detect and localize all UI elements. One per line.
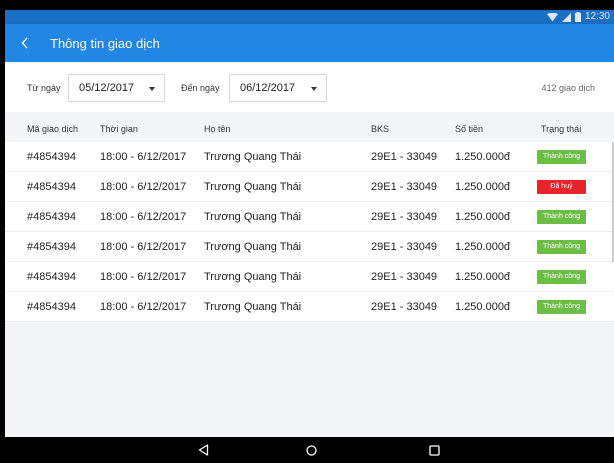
- transaction-id: #4854394: [27, 271, 76, 283]
- android-nav-bar: [5, 437, 614, 463]
- license-plate: 29E1 - 33049: [371, 271, 438, 283]
- status-badge: Thành công: [537, 300, 586, 314]
- transaction-id: #4854394: [27, 301, 76, 313]
- status-badge: Thành công: [537, 210, 586, 224]
- customer-name: Trương Quang Thái: [204, 211, 302, 223]
- status-badge: Thành công: [537, 150, 586, 164]
- status-badge: Đã huỷ: [537, 180, 586, 194]
- from-date-value: 05/12/2017: [79, 82, 135, 94]
- status-time: 12:30: [584, 11, 610, 22]
- app-bar: Thông tin giao dịch: [5, 24, 614, 62]
- home-circle-icon: [305, 444, 317, 456]
- license-plate: 29E1 - 33049: [371, 301, 438, 313]
- table-row[interactable]: #4854394 18:00 - 6/12/2017 Trương Quang …: [5, 142, 614, 172]
- chevron-left-icon: [21, 37, 28, 49]
- transaction-time: 18:00 - 6/12/2017: [100, 241, 187, 253]
- from-date-dropdown[interactable]: 05/12/2017: [68, 74, 165, 102]
- customer-name: Trương Quang Thái: [204, 151, 302, 163]
- back-button[interactable]: [5, 24, 45, 62]
- amount: 1.250.000đ: [455, 301, 511, 313]
- table-row[interactable]: #4854394 18:00 - 6/12/2017 Trương Quang …: [5, 172, 614, 202]
- transaction-time: 18:00 - 6/12/2017: [100, 181, 187, 193]
- transaction-id: #4854394: [27, 151, 76, 163]
- transaction-id: #4854394: [27, 241, 76, 253]
- amount: 1.250.000đ: [455, 151, 511, 163]
- from-date-label: Từ ngày: [27, 83, 61, 93]
- transaction-id: #4854394: [27, 181, 76, 193]
- status-badge: Thành công: [537, 270, 586, 284]
- header-name: Họ tên: [204, 124, 231, 134]
- license-plate: 29E1 - 33049: [371, 181, 438, 193]
- to-date-label: Đến ngày: [181, 83, 220, 93]
- header-time: Thời gian: [100, 124, 138, 134]
- transaction-time: 18:00 - 6/12/2017: [100, 271, 187, 283]
- transaction-list: #4854394 18:00 - 6/12/2017 Trương Quang …: [5, 142, 614, 322]
- license-plate: 29E1 - 33049: [371, 241, 438, 253]
- transaction-count: 412 giao dịch: [541, 83, 595, 93]
- table-row[interactable]: #4854394 18:00 - 6/12/2017 Trương Quang …: [5, 262, 614, 292]
- table-header: Mã giao dịch Thời gian Họ tên BKS Số tiề…: [5, 112, 614, 142]
- customer-name: Trương Quang Thái: [204, 301, 302, 313]
- battery-icon: [574, 12, 581, 22]
- nav-back-button[interactable]: [188, 441, 218, 459]
- cell-signal-icon: [561, 12, 571, 22]
- table-row[interactable]: #4854394 18:00 - 6/12/2017 Trương Quang …: [5, 202, 614, 232]
- page-title: Thông tin giao dịch: [50, 35, 160, 51]
- license-plate: 29E1 - 33049: [371, 211, 438, 223]
- amount: 1.250.000đ: [455, 241, 511, 253]
- filter-bar: Từ ngày 05/12/2017 Đến ngày 06/12/2017 4…: [5, 62, 614, 112]
- transaction-time: 18:00 - 6/12/2017: [100, 151, 187, 163]
- status-bar: 12:30: [5, 10, 614, 24]
- tablet-screen: 12:30 Thông tin giao dịch Từ ngày 05/12/…: [5, 10, 614, 463]
- table-row[interactable]: #4854394 18:00 - 6/12/2017 Trương Quang …: [5, 292, 614, 322]
- header-transaction-id: Mã giao dịch: [27, 124, 79, 134]
- nav-home-button[interactable]: [296, 441, 326, 459]
- chevron-down-icon: [149, 87, 155, 91]
- license-plate: 29E1 - 33049: [371, 151, 438, 163]
- to-date-dropdown[interactable]: 06/12/2017: [229, 74, 327, 102]
- amount: 1.250.000đ: [455, 211, 511, 223]
- amount: 1.250.000đ: [455, 271, 511, 283]
- transaction-id: #4854394: [27, 211, 76, 223]
- amount: 1.250.000đ: [455, 181, 511, 193]
- header-plate: BKS: [371, 124, 390, 134]
- status-badge: Thành công: [537, 240, 586, 254]
- transaction-time: 18:00 - 6/12/2017: [100, 301, 187, 313]
- transaction-time: 18:00 - 6/12/2017: [100, 211, 187, 223]
- to-date-value: 06/12/2017: [240, 82, 296, 94]
- customer-name: Trương Quang Thái: [204, 241, 302, 253]
- main-content: Từ ngày 05/12/2017 Đến ngày 06/12/2017 4…: [5, 62, 614, 437]
- customer-name: Trương Quang Thái: [204, 271, 302, 283]
- back-triangle-icon: [198, 444, 208, 456]
- table-row[interactable]: #4854394 18:00 - 6/12/2017 Trương Quang …: [5, 232, 614, 262]
- wifi-icon: [546, 12, 558, 21]
- header-status: Trạng thái: [541, 124, 582, 134]
- chevron-down-icon: [311, 87, 317, 91]
- recents-square-icon: [428, 444, 440, 456]
- header-amount: Số tiền: [455, 124, 484, 134]
- nav-recents-button[interactable]: [419, 441, 449, 459]
- customer-name: Trương Quang Thái: [204, 181, 302, 193]
